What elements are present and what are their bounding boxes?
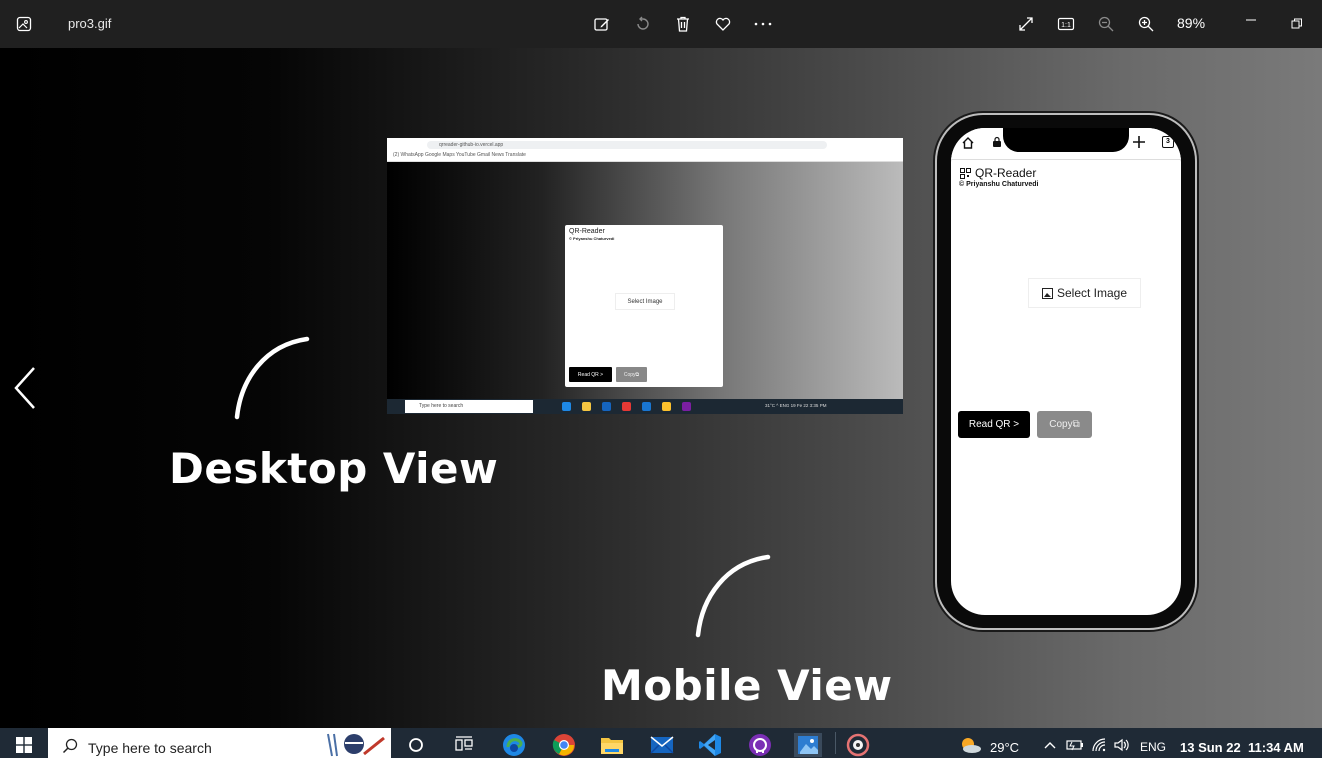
desktop-screenshot: qrreader-github-io.vercel.app (2) WhatsA…	[387, 138, 903, 414]
mobile-browser-bar: 3	[951, 128, 1181, 160]
previous-image-icon[interactable]	[10, 364, 42, 412]
taskbar-date[interactable]: 13 Sun 22	[1180, 740, 1241, 755]
image-icon	[1041, 287, 1053, 299]
app-subtitle: © Priyanshu Chaturvedi	[959, 181, 1039, 188]
phone-notch	[1003, 128, 1129, 152]
address-bar: qrreader-github-io.vercel.app	[427, 141, 827, 149]
mail-icon	[602, 402, 611, 411]
photos-icon[interactable]	[794, 733, 822, 757]
edge-icon[interactable]	[502, 733, 526, 757]
zoom-level[interactable]: 89%	[1177, 15, 1205, 31]
file-explorer-icon[interactable]	[600, 733, 624, 757]
mail-icon[interactable]	[650, 733, 674, 757]
qr-code-icon	[960, 168, 971, 179]
chrome-icon	[622, 402, 631, 411]
desktop-page-background: QR-Reader © Priyanshu Chaturvedi Select …	[387, 162, 903, 399]
zoom-out-icon[interactable]	[1094, 12, 1118, 36]
taskbar-time[interactable]: 11:34 AM	[1248, 740, 1304, 755]
language-indicator[interactable]: ENG	[1140, 740, 1166, 754]
taskbar-divider	[835, 732, 836, 754]
cortana-icon[interactable]	[404, 733, 428, 757]
weather-temperature[interactable]: 29°C	[990, 740, 1019, 755]
gif-frame: Desktop View Mobile View qrreader-github…	[3, 48, 1322, 728]
copy-button: Copy⧉	[616, 367, 647, 382]
edit-icon[interactable]	[590, 12, 614, 36]
actual-size-icon[interactable]: 1:1	[1054, 12, 1078, 36]
tab-count-icon: 3	[1162, 136, 1174, 148]
delete-icon[interactable]	[671, 12, 695, 36]
photos-app-icon	[12, 12, 36, 36]
chevron-up-icon[interactable]	[1044, 741, 1056, 749]
search-icon	[62, 738, 78, 754]
desktop-view-label: Desktop View	[169, 444, 499, 493]
select-image-button: Select Image	[615, 293, 675, 310]
fullscreen-icon[interactable]	[1014, 12, 1038, 36]
taskbar-search-box[interactable]: Type here to search	[48, 728, 391, 758]
rotate-icon[interactable]	[631, 12, 655, 36]
copy-button: Copy⧉	[1037, 411, 1092, 438]
app-icon	[662, 402, 671, 411]
photos-app-window: pro3.gif 1:1 89% Desktop View Mobile Vie…	[0, 0, 1322, 758]
image-viewer: Desktop View Mobile View qrreader-github…	[0, 48, 1322, 728]
edge-icon	[562, 402, 571, 411]
minimize-icon[interactable]	[1239, 12, 1263, 36]
media-player-icon[interactable]	[846, 733, 870, 757]
weather-icon[interactable]	[958, 736, 982, 754]
zoom-in-icon[interactable]	[1134, 12, 1158, 36]
vscode-icon	[642, 402, 651, 411]
github-desktop-icon	[682, 402, 691, 411]
search-highlight-icon	[327, 733, 385, 757]
search-placeholder: Type here to search	[88, 740, 212, 756]
lock-icon	[993, 136, 1001, 147]
chrome-icon[interactable]	[552, 733, 576, 757]
card-title: QR-Reader	[569, 228, 605, 235]
bookmarks-bar: (2) WhatsApp Google Maps YouTube Gmail N…	[393, 152, 526, 158]
favorite-icon[interactable]	[711, 12, 735, 36]
windows-start-icon[interactable]	[16, 737, 32, 753]
qr-reader-card: QR-Reader © Priyanshu Chaturvedi Select …	[565, 225, 723, 387]
card-subtitle: © Priyanshu Chaturvedi	[569, 236, 615, 241]
windows-taskbar: Type here to search 29°C ENG 13 Sun 22 1…	[0, 728, 1322, 758]
svg-text:1:1: 1:1	[1061, 22, 1071, 29]
wifi-icon[interactable]	[1092, 738, 1108, 752]
browser-toolbar: qrreader-github-io.vercel.app (2) WhatsA…	[387, 138, 903, 162]
github-desktop-icon[interactable]	[748, 733, 772, 757]
battery-icon[interactable]	[1066, 739, 1084, 751]
mobile-view-label: Mobile View	[601, 661, 893, 710]
file-explorer-icon	[582, 402, 591, 411]
more-icon[interactable]	[751, 12, 775, 36]
read-qr-button: Read QR >	[569, 367, 612, 382]
restore-icon[interactable]	[1285, 12, 1309, 36]
new-tab-icon	[1133, 136, 1145, 148]
file-name: pro3.gif	[68, 16, 112, 31]
mini-system-tray: 31°C ^ ENG 19 Fe 22 3:35 PM	[765, 403, 827, 408]
mini-taskbar: Type here to search 31°C ^ ENG 19 Fe 22 …	[387, 399, 903, 414]
arc-decoration	[234, 336, 310, 420]
vscode-icon[interactable]	[698, 733, 722, 757]
arc-decoration	[695, 554, 771, 638]
phone-screen: 3 QR-Reader © Priyanshu Chaturvedi Selec…	[951, 128, 1181, 615]
volume-icon[interactable]	[1113, 738, 1131, 752]
task-view-icon[interactable]	[452, 733, 476, 757]
read-qr-button: Read QR >	[958, 411, 1030, 438]
title-bar: pro3.gif 1:1 89%	[0, 0, 1322, 48]
mini-search-box: Type here to search	[405, 400, 533, 413]
app-title: QR-Reader	[975, 166, 1037, 180]
home-icon	[962, 137, 974, 149]
select-image-button: Select Image	[1028, 278, 1141, 308]
select-image-label: Select Image	[1056, 286, 1128, 300]
phone-mockup: 3 QR-Reader © Priyanshu Chaturvedi Selec…	[937, 115, 1195, 628]
